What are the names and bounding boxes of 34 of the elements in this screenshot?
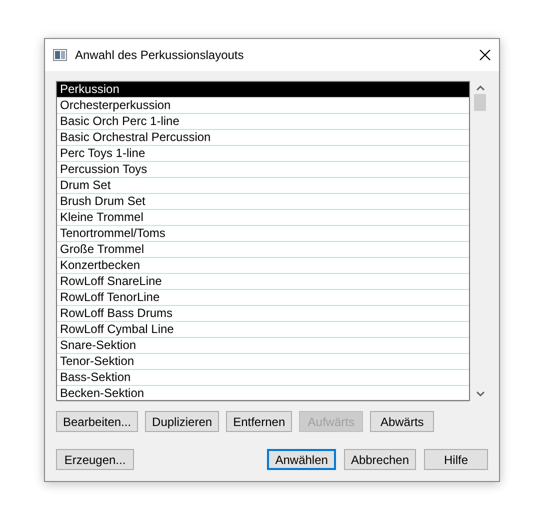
list-item[interactable]: Kleine Trommel xyxy=(57,210,470,226)
list-item[interactable]: Große Trommel xyxy=(57,242,470,258)
create-button[interactable]: Erzeugen... xyxy=(56,449,134,470)
list-item[interactable]: Becken-Sektion xyxy=(57,386,470,402)
list-item[interactable]: Tenortrommel/Toms xyxy=(57,226,470,242)
list-item[interactable]: Basic Orchestral Percussion xyxy=(57,130,470,146)
app-icon xyxy=(53,49,67,61)
list-item[interactable]: Brush Drum Set xyxy=(57,194,470,210)
list-action-button[interactable]: Bearbeiten... xyxy=(56,411,138,432)
scroll-up-icon[interactable] xyxy=(476,85,485,91)
list-action-button[interactable]: Abwärts xyxy=(370,411,434,432)
scroll-down-icon[interactable] xyxy=(476,391,485,397)
list-item[interactable]: RowLoff Cymbal Line xyxy=(57,322,470,338)
list-item[interactable]: Perc Toys 1-line xyxy=(57,146,470,162)
list-item[interactable]: Bass-Sektion xyxy=(57,370,470,386)
window-title: Anwahl des Perkussionslayouts xyxy=(75,48,245,62)
list-item[interactable]: Drum Set xyxy=(57,178,470,194)
scrollbar-thumb[interactable] xyxy=(474,94,486,111)
list-item[interactable]: RowLoff SnareLine xyxy=(57,274,470,290)
close-icon[interactable] xyxy=(479,49,491,61)
list-item[interactable]: RowLoff TenorLine xyxy=(57,290,470,306)
list-item[interactable]: Konzertbecken xyxy=(57,258,470,274)
list-action-button[interactable]: Entfernen xyxy=(226,411,292,432)
list-item[interactable]: Percussion Toys xyxy=(57,162,470,178)
list-item[interactable]: Orchesterperkussion xyxy=(57,98,470,114)
dialog-button[interactable]: Hilfe xyxy=(424,449,488,470)
list-item[interactable]: Tenor-Sektion xyxy=(57,354,470,370)
list-item[interactable]: Basic Orch Perc 1-line xyxy=(57,114,470,130)
list-action-button[interactable]: Duplizieren xyxy=(145,411,220,432)
dialog-button[interactable]: Abbrechen xyxy=(344,449,416,470)
list-item[interactable]: Perkussion xyxy=(57,82,470,98)
dialog-button[interactable]: Anwählen xyxy=(267,449,336,470)
list-item[interactable]: RowLoff Bass Drums xyxy=(57,306,470,322)
list-item[interactable]: Snare-Sektion xyxy=(57,338,470,354)
